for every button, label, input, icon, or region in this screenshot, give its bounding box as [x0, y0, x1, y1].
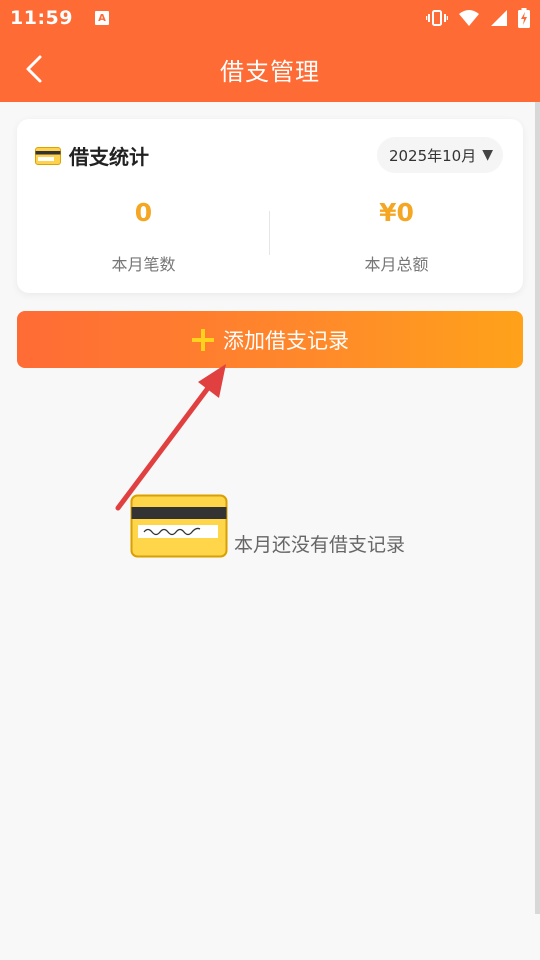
stat-total: ¥0 本月总额: [270, 197, 523, 275]
total-label: 本月总额: [364, 255, 429, 274]
wifi-icon: [459, 10, 479, 26]
total-value: ¥0: [379, 198, 414, 227]
add-record-button[interactable]: 添加借支记录: [17, 311, 523, 368]
page-title: 借支管理: [220, 57, 320, 86]
vibrate-icon: [426, 10, 448, 26]
empty-state: 本月还没有借支记录: [130, 494, 405, 558]
stats-card: 借支统计 2025年10月 ▼ 0 本月笔数 ¥0 本月总额: [17, 119, 523, 293]
back-chevron-icon: [26, 55, 42, 83]
stat-count: 0 本月笔数: [17, 197, 270, 275]
plus-icon: [192, 328, 214, 351]
credit-card-icon: [35, 146, 61, 165]
count-value: 0: [134, 198, 153, 227]
add-record-label: 添加借支记录: [223, 328, 349, 353]
empty-text: 本月还没有借支记录: [234, 534, 406, 556]
scrollbar[interactable]: [535, 102, 540, 914]
app-header: 借支管理: [0, 36, 540, 102]
battery-charging-icon: [518, 8, 530, 28]
month-selector[interactable]: 2025年10月 ▼: [376, 137, 503, 173]
stats-title: 借支统计: [69, 145, 149, 169]
status-icons: [426, 8, 530, 28]
status-time: 11:59: [10, 7, 73, 29]
caret-down-icon: ▼: [482, 147, 493, 163]
stats-header: 借支统计: [35, 141, 149, 170]
back-button[interactable]: [14, 49, 54, 89]
status-bar: 11:59 A: [0, 0, 540, 36]
count-label: 本月笔数: [111, 255, 176, 274]
signal-icon: [491, 10, 507, 26]
month-label: 2025年10月: [388, 146, 477, 165]
empty-credit-card-icon: [130, 494, 228, 558]
screen: 11:59 A 借支管理 借支统计 2025年10月 ▼ 0 本月笔数 ¥0 本…: [0, 0, 540, 960]
notification-a-icon: A: [94, 11, 109, 25]
